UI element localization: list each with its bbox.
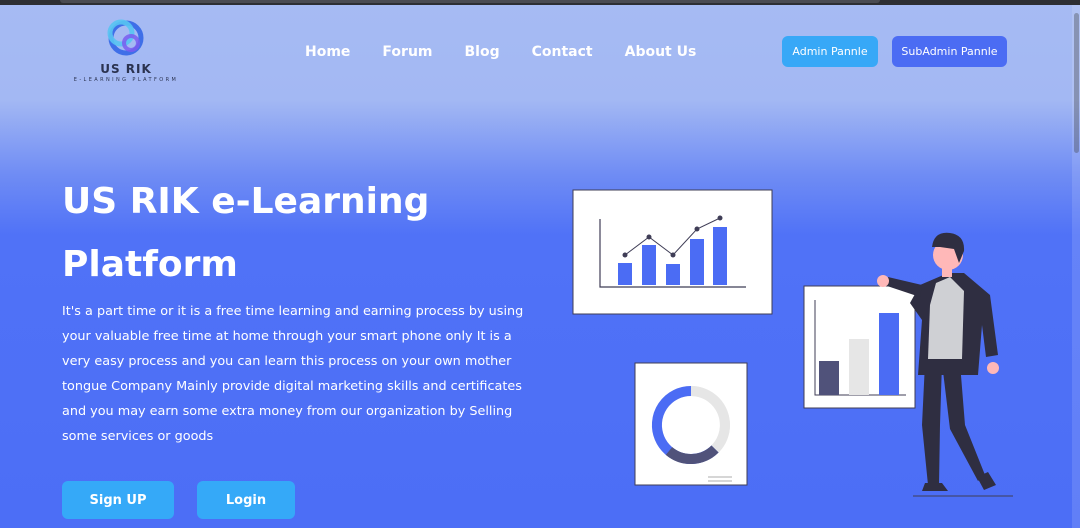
scrollbar[interactable] [1072,5,1080,528]
analytics-presenter-illustration [572,189,1013,497]
login-button[interactable]: Login [197,481,295,519]
nav-home[interactable]: Home [305,44,350,60]
logo-title: US RIK [100,62,152,76]
browser-top-bar-tab [60,0,880,3]
browser-top-bar [0,0,1080,5]
logo[interactable]: US RIK E-LEARNING PLATFORM [70,16,182,92]
hero-description: It's a part time or it is a free time le… [62,304,524,444]
subadmin-panel-button[interactable]: SubAdmin Pannle [892,36,1007,67]
chart-card-donut [634,362,748,486]
nav-blog[interactable]: Blog [465,44,500,60]
main-nav: Home Forum Blog Contact About Us [305,44,728,60]
ring-logo-icon [107,19,144,56]
logo-tagline: E-LEARNING PLATFORM [73,77,179,83]
scrollbar-thumb[interactable] [1074,13,1079,153]
signup-button[interactable]: Sign UP [62,481,174,519]
nav-contact[interactable]: Contact [532,44,593,60]
hero-title: US RIK e-Learning Platform [62,181,430,285]
nav-forum[interactable]: Forum [382,44,432,60]
nav-about-us[interactable]: About Us [625,44,697,60]
admin-panel-button[interactable]: Admin Pannle [782,36,878,67]
chart-card-bars-line [572,189,773,315]
chart-card-held [803,285,916,409]
